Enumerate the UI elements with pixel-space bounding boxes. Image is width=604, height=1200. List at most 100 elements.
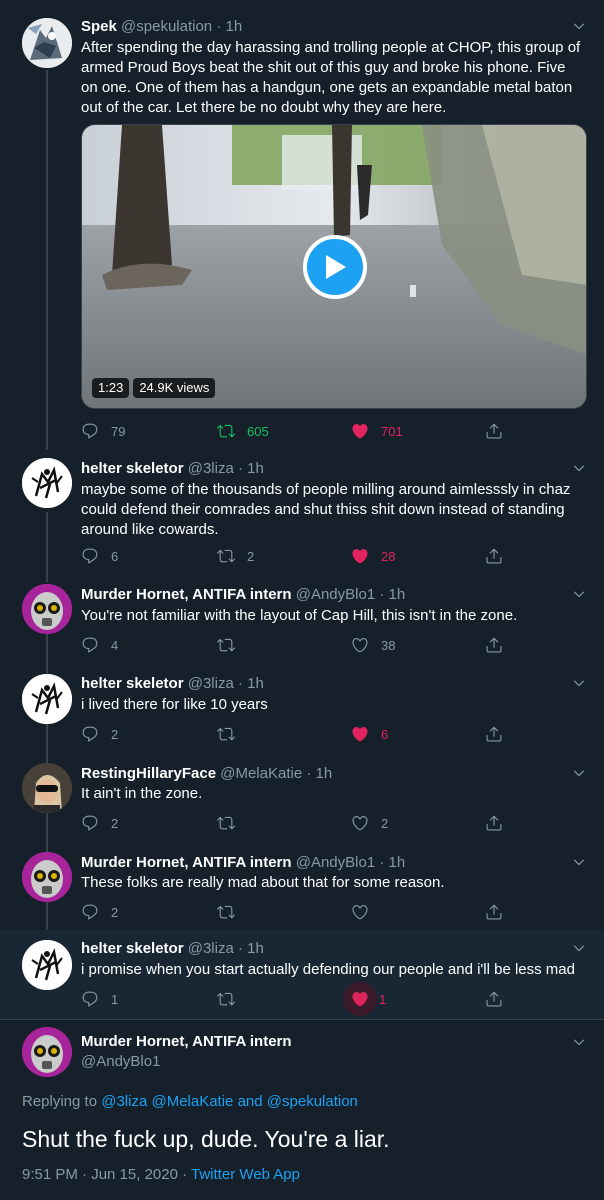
tweet-reply[interactable]: Murder Hornet, ANTIFA intern @AndyBlo1 ·… bbox=[0, 574, 604, 664]
share-button[interactable] bbox=[485, 635, 503, 655]
reply-button[interactable]: 6 bbox=[81, 546, 118, 566]
like-button[interactable]: 1 bbox=[343, 982, 387, 1016]
share-button[interactable] bbox=[485, 813, 503, 833]
source-app-link[interactable]: Twitter Web App bbox=[191, 1166, 300, 1183]
like-button[interactable]: 2 bbox=[351, 813, 388, 833]
retweet-button[interactable] bbox=[217, 902, 235, 922]
tweet-reply[interactable]: Murder Hornet, ANTIFA intern @AndyBlo1 ·… bbox=[0, 843, 604, 930]
heart-filled-icon bbox=[351, 547, 369, 565]
tweet-text: These folks are really mad about that fo… bbox=[81, 874, 445, 891]
helter-skeletor-avatar-icon[interactable] bbox=[22, 458, 72, 508]
chevron-down-icon[interactable] bbox=[572, 855, 586, 869]
chevron-down-icon[interactable] bbox=[572, 19, 586, 33]
reply-count: 6 bbox=[111, 548, 119, 564]
tweet-time[interactable]: 1h bbox=[247, 460, 264, 477]
tweet-actions: 4 38 bbox=[81, 635, 501, 655]
murder-hornet-avatar-icon[interactable] bbox=[22, 852, 72, 902]
share-button[interactable] bbox=[485, 546, 503, 566]
author-handle[interactable]: @AndyBlo1 bbox=[296, 586, 375, 603]
reply-button[interactable]: 1 bbox=[81, 989, 118, 1009]
author-handle[interactable]: @3liza bbox=[188, 675, 234, 692]
play-button[interactable] bbox=[303, 235, 367, 299]
like-count: 1 bbox=[379, 991, 387, 1007]
retweet-button[interactable]: 605 bbox=[217, 421, 269, 441]
replying-and[interactable]: and bbox=[238, 1093, 263, 1110]
main-tweet-text: Shut the fuck up, dude. You're a liar. bbox=[22, 1126, 390, 1152]
tweet-time[interactable]: 1h bbox=[389, 854, 406, 871]
chevron-down-icon[interactable] bbox=[572, 1035, 586, 1049]
heart-filled-icon bbox=[351, 725, 369, 743]
tweet-time[interactable]: 1h bbox=[247, 675, 264, 692]
reply-icon bbox=[81, 814, 99, 832]
reply-icon bbox=[81, 903, 99, 921]
helter-skeletor-avatar-icon[interactable] bbox=[22, 674, 72, 724]
like-count: 28 bbox=[381, 548, 396, 564]
chevron-down-icon[interactable] bbox=[572, 766, 586, 780]
chevron-down-icon[interactable] bbox=[572, 941, 586, 955]
author-handle[interactable]: @3liza bbox=[188, 940, 234, 957]
like-button[interactable]: 6 bbox=[351, 724, 388, 744]
author-handle[interactable]: @MelaKatie bbox=[220, 765, 302, 782]
tweet-time[interactable]: 1h bbox=[247, 940, 264, 957]
main-author-name[interactable]: Murder Hornet, ANTIFA intern bbox=[81, 1033, 292, 1050]
retweet-button[interactable] bbox=[217, 724, 235, 744]
author-name[interactable]: Spek bbox=[81, 18, 117, 35]
like-button[interactable]: 701 bbox=[351, 421, 403, 441]
share-button[interactable] bbox=[485, 724, 503, 744]
mention-link[interactable]: @spekulation bbox=[267, 1093, 358, 1110]
tweet-reply[interactable]: helter skeletor @3liza · 1h i lived ther… bbox=[0, 664, 604, 754]
tweet-spek[interactable]: Spek @spekulation · 1h After spending th… bbox=[0, 0, 604, 450]
reply-icon bbox=[81, 547, 99, 565]
retweet-button[interactable] bbox=[217, 635, 235, 655]
reply-button[interactable]: 2 bbox=[81, 813, 118, 833]
tweet-header: helter skeletor @3liza · 1h bbox=[81, 939, 264, 959]
tweet-header: Murder Hornet, ANTIFA intern @AndyBlo1 ·… bbox=[81, 585, 405, 605]
tweet-time[interactable]: 1h bbox=[226, 18, 243, 35]
author-handle[interactable]: @AndyBlo1 bbox=[296, 854, 375, 871]
main-author-avatar-icon[interactable] bbox=[22, 1027, 72, 1077]
author-name[interactable]: Murder Hornet, ANTIFA intern bbox=[81, 854, 292, 871]
author-name[interactable]: Murder Hornet, ANTIFA intern bbox=[81, 586, 292, 603]
retweet-button[interactable]: 2 bbox=[217, 546, 254, 566]
share-button[interactable] bbox=[485, 902, 503, 922]
tweet-time[interactable]: 1h bbox=[316, 765, 333, 782]
tweet-reply[interactable]: helter skeletor @3liza · 1h maybe some o… bbox=[0, 450, 604, 574]
reply-button[interactable]: 2 bbox=[81, 724, 118, 744]
separator-dot: · bbox=[237, 940, 243, 957]
tweet-reply[interactable]: RestingHillaryFace @MelaKatie · 1h It ai… bbox=[0, 754, 604, 843]
author-handle[interactable]: @spekulation bbox=[121, 18, 212, 35]
reply-button[interactable]: 4 bbox=[81, 635, 118, 655]
helter-skeletor-avatar-icon[interactable] bbox=[22, 940, 72, 990]
share-icon bbox=[485, 814, 503, 832]
restinghillaryface-avatar-icon[interactable] bbox=[22, 763, 72, 813]
video-player[interactable]: 1:23 24.9K views bbox=[81, 124, 587, 409]
author-name[interactable]: RestingHillaryFace bbox=[81, 765, 216, 782]
chevron-down-icon[interactable] bbox=[572, 676, 586, 690]
reply-button[interactable]: 2 bbox=[81, 902, 118, 922]
video-views: 24.9K views bbox=[133, 378, 216, 398]
reply-button[interactable]: 79 bbox=[81, 421, 125, 441]
share-button[interactable] bbox=[485, 989, 503, 1009]
retweet-button[interactable] bbox=[217, 989, 235, 1009]
author-handle[interactable]: @3liza bbox=[188, 460, 234, 477]
chevron-down-icon[interactable] bbox=[572, 461, 586, 475]
main-author-handle[interactable]: @AndyBlo1 bbox=[81, 1053, 160, 1070]
like-button[interactable]: 38 bbox=[351, 635, 395, 655]
share-button[interactable] bbox=[485, 421, 503, 441]
like-button[interactable] bbox=[351, 902, 369, 922]
chevron-down-icon[interactable] bbox=[572, 587, 586, 601]
like-button[interactable]: 28 bbox=[351, 546, 395, 566]
mention-link[interactable]: @3liza bbox=[101, 1093, 147, 1110]
heart-icon bbox=[351, 903, 369, 921]
mention-link[interactable]: @MelaKatie bbox=[151, 1093, 233, 1110]
author-name[interactable]: helter skeletor bbox=[81, 940, 184, 957]
tweet-timestamp[interactable]: 9:51 PM · Jun 15, 2020 · bbox=[22, 1166, 187, 1183]
tweet-time[interactable]: 1h bbox=[389, 586, 406, 603]
tweet-reply[interactable]: helter skeletor @3liza · 1h i promise wh… bbox=[0, 930, 604, 1019]
author-name[interactable]: helter skeletor bbox=[81, 460, 184, 477]
replying-to: Replying to @3liza @MelaKatie and @speku… bbox=[22, 1093, 358, 1110]
retweet-button[interactable] bbox=[217, 813, 235, 833]
spek-avatar-icon[interactable] bbox=[22, 18, 72, 68]
murder-hornet-avatar-icon[interactable] bbox=[22, 584, 72, 634]
author-name[interactable]: helter skeletor bbox=[81, 675, 184, 692]
